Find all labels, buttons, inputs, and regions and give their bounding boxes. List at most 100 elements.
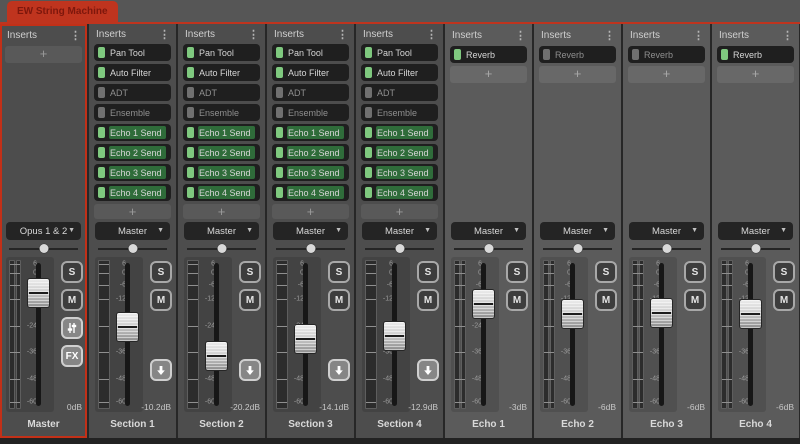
insert-slot[interactable]: Echo 4 Send <box>361 184 438 201</box>
fader-cap[interactable] <box>205 341 228 371</box>
insert-enable-led[interactable] <box>632 49 639 60</box>
insert-slot[interactable]: Echo 4 Send <box>183 184 260 201</box>
insert-enable-led[interactable] <box>187 107 194 118</box>
solo-button[interactable]: S <box>150 261 172 283</box>
fader-cap[interactable] <box>294 324 317 354</box>
insert-enable-led[interactable] <box>276 87 283 98</box>
output-selector[interactable]: Master ▼ <box>95 222 170 240</box>
pan-slider[interactable] <box>365 244 434 254</box>
pan-slider[interactable] <box>721 244 790 254</box>
kebab-menu-icon[interactable]: ⋮ <box>693 29 704 42</box>
insert-slot[interactable]: Pan Tool <box>183 44 260 61</box>
fader-cap[interactable] <box>739 299 762 329</box>
insert-enable-led[interactable] <box>276 187 283 198</box>
solo-button[interactable]: S <box>506 261 528 283</box>
faders-view-button[interactable] <box>61 317 83 339</box>
mute-button[interactable]: M <box>684 289 706 311</box>
insert-slot[interactable]: Echo 2 Send <box>272 144 349 161</box>
pan-knob[interactable] <box>306 244 315 253</box>
insert-enable-led[interactable] <box>276 127 283 138</box>
insert-slot[interactable]: Echo 1 Send <box>183 124 260 141</box>
mute-button[interactable]: M <box>595 289 617 311</box>
insert-enable-led[interactable] <box>98 87 105 98</box>
pan-slider[interactable] <box>187 244 256 254</box>
pan-slider[interactable] <box>543 244 612 254</box>
output-selector[interactable]: Master ▼ <box>629 222 704 240</box>
kebab-menu-icon[interactable]: ⋮ <box>426 28 437 41</box>
insert-slot[interactable]: ADT <box>94 84 171 101</box>
minimize-arrow-button[interactable] <box>417 359 439 381</box>
insert-enable-led[interactable] <box>187 47 194 58</box>
insert-enable-led[interactable] <box>543 49 550 60</box>
insert-enable-led[interactable] <box>98 47 105 58</box>
output-selector[interactable]: Master ▼ <box>451 222 526 240</box>
pan-knob[interactable] <box>39 244 48 253</box>
fader-cap[interactable] <box>27 278 50 308</box>
add-insert-button[interactable]: + <box>628 66 705 83</box>
insert-slot[interactable]: Auto Filter <box>361 64 438 81</box>
insert-slot[interactable]: Echo 2 Send <box>94 144 171 161</box>
insert-enable-led[interactable] <box>365 167 372 178</box>
insert-enable-led[interactable] <box>365 107 372 118</box>
output-selector[interactable]: Master ▼ <box>718 222 793 240</box>
add-insert-button[interactable]: + <box>94 204 171 219</box>
insert-slot[interactable]: Auto Filter <box>183 64 260 81</box>
insert-slot[interactable]: Pan Tool <box>361 44 438 61</box>
pan-knob[interactable] <box>662 244 671 253</box>
insert-slot[interactable]: Pan Tool <box>272 44 349 61</box>
kebab-menu-icon[interactable]: ⋮ <box>604 29 615 42</box>
add-insert-button[interactable]: + <box>272 204 349 219</box>
insert-enable-led[interactable] <box>276 107 283 118</box>
fader-track[interactable] <box>481 263 486 406</box>
insert-enable-led[interactable] <box>454 49 461 60</box>
pan-knob[interactable] <box>573 244 582 253</box>
fader-cap[interactable] <box>650 298 673 328</box>
insert-enable-led[interactable] <box>187 147 194 158</box>
fader-track[interactable] <box>748 263 753 406</box>
mute-button[interactable]: M <box>150 289 172 311</box>
fader-cap[interactable] <box>561 299 584 329</box>
kebab-menu-icon[interactable]: ⋮ <box>337 28 348 41</box>
output-selector[interactable]: Master ▼ <box>273 222 348 240</box>
insert-enable-led[interactable] <box>365 187 372 198</box>
minimize-arrow-button[interactable] <box>239 359 261 381</box>
pan-slider[interactable] <box>632 244 701 254</box>
insert-slot[interactable]: Echo 1 Send <box>94 124 171 141</box>
kebab-menu-icon[interactable]: ⋮ <box>70 29 81 42</box>
insert-enable-led[interactable] <box>98 167 105 178</box>
output-selector[interactable]: Master ▼ <box>540 222 615 240</box>
insert-slot[interactable]: Echo 1 Send <box>272 124 349 141</box>
kebab-menu-icon[interactable]: ⋮ <box>782 29 793 42</box>
insert-enable-led[interactable] <box>721 49 728 60</box>
insert-slot[interactable]: Reverb <box>450 46 527 63</box>
insert-enable-led[interactable] <box>98 187 105 198</box>
pan-slider[interactable] <box>98 244 167 254</box>
solo-button[interactable]: S <box>328 261 350 283</box>
insert-enable-led[interactable] <box>187 87 194 98</box>
fader-track[interactable] <box>659 263 664 406</box>
insert-enable-led[interactable] <box>276 67 283 78</box>
pan-knob[interactable] <box>484 244 493 253</box>
add-insert-button[interactable]: + <box>183 204 260 219</box>
solo-button[interactable]: S <box>239 261 261 283</box>
insert-slot[interactable]: Ensemble <box>361 104 438 121</box>
insert-slot[interactable]: Auto Filter <box>94 64 171 81</box>
solo-button[interactable]: S <box>595 261 617 283</box>
pan-slider[interactable] <box>9 244 78 254</box>
insert-slot[interactable]: Ensemble <box>272 104 349 121</box>
insert-enable-led[interactable] <box>365 67 372 78</box>
insert-slot[interactable]: ADT <box>361 84 438 101</box>
mute-button[interactable]: M <box>239 289 261 311</box>
insert-enable-led[interactable] <box>187 187 194 198</box>
pan-knob[interactable] <box>217 244 226 253</box>
insert-slot[interactable]: Reverb <box>717 46 794 63</box>
insert-enable-led[interactable] <box>98 127 105 138</box>
insert-enable-led[interactable] <box>98 107 105 118</box>
insert-slot[interactable]: Echo 4 Send <box>94 184 171 201</box>
insert-enable-led[interactable] <box>187 167 194 178</box>
solo-button[interactable]: S <box>684 261 706 283</box>
insert-enable-led[interactable] <box>365 47 372 58</box>
pan-knob[interactable] <box>128 244 137 253</box>
insert-enable-led[interactable] <box>98 67 105 78</box>
output-selector[interactable]: Opus 1 & 2 ▼ <box>6 222 81 240</box>
